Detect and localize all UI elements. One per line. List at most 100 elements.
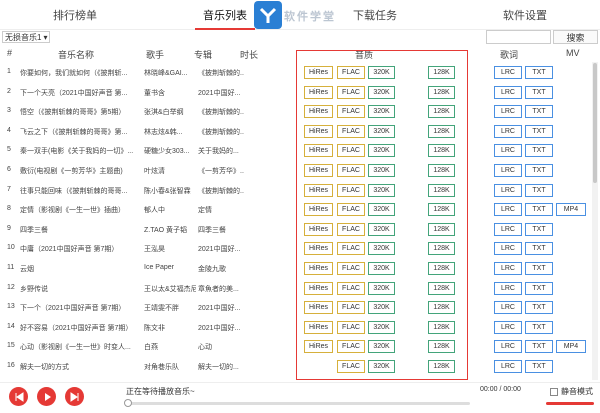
mute-toggle[interactable]: 静音模式 (550, 386, 593, 397)
table-row[interactable]: 12 乡野传说 王以太&艾福杰尼 章魚者的美... HiRes FLAC 320K 128K L… (0, 278, 592, 298)
flac-button[interactable]: FLAC (337, 85, 365, 99)
txt-button[interactable]: TXT (525, 105, 553, 119)
k128-button[interactable]: 128K (428, 360, 455, 373)
lrc-button[interactable]: LRC (494, 144, 522, 158)
mp4-button[interactable]: MP4 (556, 203, 586, 217)
table-row[interactable]: 14 好不容易（2021中国好声音 第7期） 陈文非 2021中国好... HiRes F… (0, 317, 592, 337)
k320-button[interactable]: 320K (368, 164, 395, 177)
table-row[interactable]: 10 中庸（2021中国好声音 第7期） 王泓昊 2021中国好... HiRes FLA… (0, 238, 592, 258)
next-button[interactable] (65, 387, 84, 406)
table-row[interactable]: 2 下一个天亮（2021中国好声音 第... 董书含 2021中国好... HiRes F… (0, 82, 592, 102)
txt-button[interactable]: TXT (525, 203, 553, 217)
lrc-button[interactable]: LRC (494, 85, 522, 99)
search-input[interactable] (486, 30, 551, 44)
hires-button[interactable]: HiRes (304, 203, 333, 217)
lrc-button[interactable]: LRC (494, 262, 522, 275)
flac-button[interactable]: FLAC (337, 164, 365, 177)
play-button[interactable] (37, 387, 56, 406)
tab-chart[interactable]: 排行榜单 (0, 0, 150, 29)
table-row[interactable]: 8 定情（影视剧《一生一世》插曲） 郁人中 定情 HiRes FLAC 320K 128K LR… (0, 199, 592, 219)
lrc-button[interactable]: LRC (494, 320, 522, 334)
txt-button[interactable]: TXT (525, 340, 553, 354)
k128-button[interactable]: 128K (428, 66, 455, 79)
hires-button[interactable]: HiRes (304, 164, 333, 177)
txt-button[interactable]: TXT (525, 183, 553, 197)
k320-button[interactable]: 320K (368, 124, 395, 138)
table-row[interactable]: 16 解夫一切的方式 对角巷乐队 解夫一切的... FLAC 320K 128K LRC TXT (0, 356, 592, 376)
k128-button[interactable]: 128K (428, 85, 455, 99)
hires-button[interactable]: HiRes (304, 85, 333, 99)
previous-button[interactable] (9, 387, 28, 406)
lrc-button[interactable]: LRC (494, 281, 522, 295)
lrc-button[interactable]: LRC (494, 360, 522, 373)
k320-button[interactable]: 320K (368, 301, 395, 315)
flac-button[interactable]: FLAC (337, 222, 365, 236)
k320-button[interactable]: 320K (368, 105, 395, 119)
k128-button[interactable]: 128K (428, 301, 455, 315)
txt-button[interactable]: TXT (525, 360, 553, 373)
scrollbar-thumb[interactable] (593, 63, 597, 183)
lrc-button[interactable]: LRC (494, 164, 522, 177)
k128-button[interactable]: 128K (428, 262, 455, 275)
lrc-button[interactable]: LRC (494, 203, 522, 217)
k320-button[interactable]: 320K (368, 281, 395, 295)
search-button[interactable]: 搜索 (553, 30, 598, 44)
k320-button[interactable]: 320K (368, 203, 395, 217)
txt-button[interactable]: TXT (525, 164, 553, 177)
flac-button[interactable]: FLAC (337, 301, 365, 315)
flac-button[interactable]: FLAC (337, 183, 365, 197)
hires-button[interactable]: HiRes (304, 242, 333, 256)
flac-button[interactable]: FLAC (337, 124, 365, 138)
k320-button[interactable]: 320K (368, 360, 395, 373)
k128-button[interactable]: 128K (428, 105, 455, 119)
table-row[interactable]: 3 悟空（《披荆斩棘的哥哥》第5期） 张淇&白举纲 《披荆斩棘的... HiRes FLA… (0, 101, 592, 121)
volume-slider[interactable] (546, 402, 594, 405)
table-row[interactable]: 6 敷衍(电视剧《一剪芳华》主题曲) 叶炫清 《一剪芳华》... HiRes FLAC 32… (0, 160, 592, 180)
lrc-button[interactable]: LRC (494, 222, 522, 236)
flac-button[interactable]: FLAC (337, 360, 365, 373)
table-row[interactable]: 11 云烟 Ice Paper 金陵九歌 HiRes FLAC 320K 128K LRC TXT (0, 258, 592, 278)
hires-button[interactable]: HiRes (304, 340, 333, 354)
k320-button[interactable]: 320K (368, 144, 395, 158)
k320-button[interactable]: 320K (368, 262, 395, 275)
k320-button[interactable]: 320K (368, 85, 395, 99)
txt-button[interactable]: TXT (525, 301, 553, 315)
table-row[interactable]: 5 秦一双手(电影《关于我妈的一切》... 硬糖少女303... 关于我妈的... Hi… (0, 140, 592, 160)
hires-button[interactable]: HiRes (304, 320, 333, 334)
k128-button[interactable]: 128K (428, 242, 455, 256)
txt-button[interactable]: TXT (525, 262, 553, 275)
hires-button[interactable]: HiRes (304, 262, 333, 275)
k128-button[interactable]: 128K (428, 183, 455, 197)
hires-button[interactable]: HiRes (304, 281, 333, 295)
hires-button[interactable]: HiRes (304, 222, 333, 236)
txt-button[interactable]: TXT (525, 281, 553, 295)
flac-button[interactable]: FLAC (337, 66, 365, 79)
txt-button[interactable]: TXT (525, 66, 553, 79)
k128-button[interactable]: 128K (428, 144, 455, 158)
flac-button[interactable]: FLAC (337, 281, 365, 295)
hires-button[interactable]: HiRes (304, 301, 333, 315)
lrc-button[interactable]: LRC (494, 242, 522, 256)
hires-button[interactable]: HiRes (304, 66, 333, 79)
txt-button[interactable]: TXT (525, 320, 553, 334)
k128-button[interactable]: 128K (428, 281, 455, 295)
table-row[interactable]: 4 飞云之下（《披荆斩棘的哥哥》第... 林志炫&韩... 《披荆斩棘的... HiRe… (0, 121, 592, 141)
lrc-button[interactable]: LRC (494, 124, 522, 138)
hires-button[interactable]: HiRes (304, 124, 333, 138)
k128-button[interactable]: 128K (428, 340, 455, 354)
k128-button[interactable]: 128K (428, 203, 455, 217)
k128-button[interactable]: 128K (428, 320, 455, 334)
txt-button[interactable]: TXT (525, 124, 553, 138)
lrc-button[interactable]: LRC (494, 183, 522, 197)
lrc-button[interactable]: LRC (494, 301, 522, 315)
lrc-button[interactable]: LRC (494, 66, 522, 79)
k128-button[interactable]: 128K (428, 164, 455, 177)
table-row[interactable]: 7 往事只能回味（《披荆斩棘的哥哥... 陈小春&张智霖 《披荆斩棘的... HiRes… (0, 180, 592, 200)
flac-button[interactable]: FLAC (337, 242, 365, 256)
mp4-button[interactable]: MP4 (556, 340, 586, 354)
flac-button[interactable]: FLAC (337, 144, 365, 158)
hires-button[interactable]: HiRes (304, 144, 333, 158)
flac-button[interactable]: FLAC (337, 262, 365, 275)
flac-button[interactable]: FLAC (337, 105, 365, 119)
source-dropdown[interactable]: 无损音乐1 ▾ (2, 31, 51, 43)
